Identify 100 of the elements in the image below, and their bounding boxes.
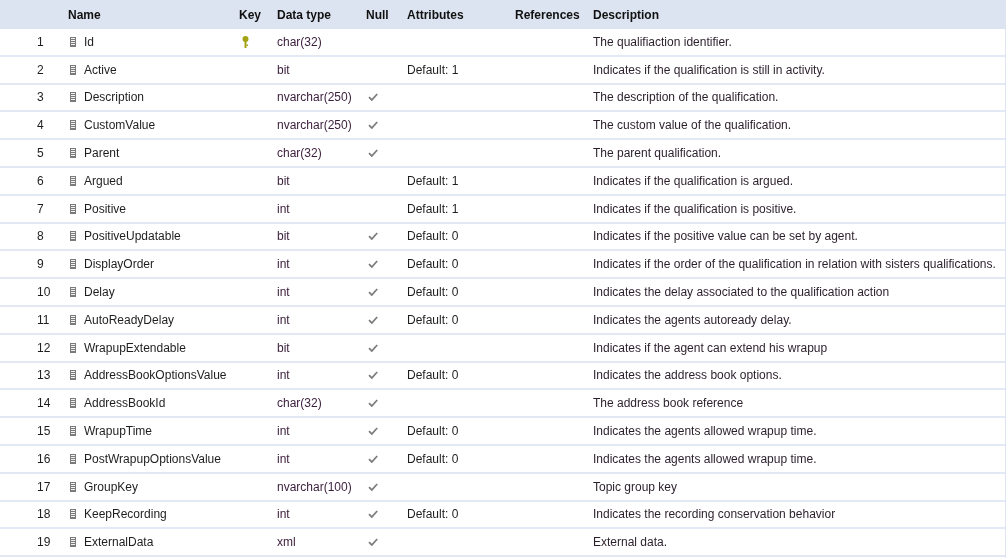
data-type: nvarchar(250) xyxy=(277,118,352,133)
description-text: Indicates if the qualification is still in activity. xyxy=(593,62,825,77)
description-text: Indicates the delay associated to the qualification action xyxy=(593,285,890,300)
row-number: 14 xyxy=(37,396,51,411)
row-number: 12 xyxy=(37,340,51,355)
list-icon xyxy=(70,92,76,103)
list-icon xyxy=(70,203,76,214)
column-name: PositiveUpdatable xyxy=(84,228,181,246)
description-text: The qualifiaction identifier. xyxy=(593,34,732,49)
data-type: char(32) xyxy=(277,34,322,49)
attribute-text: Default: 1 xyxy=(407,62,459,77)
list-icon xyxy=(70,231,76,242)
attribute-text: Default: 0 xyxy=(407,285,459,300)
row-number: 9 xyxy=(37,257,44,272)
list-icon xyxy=(70,509,76,520)
column-name: AddressBookOptionsValue xyxy=(84,367,227,385)
description-text: Topic group key xyxy=(593,479,678,494)
column-header: Key xyxy=(239,7,261,22)
data-type: char(32) xyxy=(277,146,322,161)
column-name: WrapupExtendable xyxy=(84,339,186,357)
attribute-text: Default: 1 xyxy=(407,201,459,216)
description-text: Indicates the agents autoready delay. xyxy=(593,312,792,327)
data-type: char(32) xyxy=(277,396,322,411)
column-header: Null xyxy=(366,7,389,22)
row-number: 1 xyxy=(37,34,44,49)
list-icon xyxy=(70,398,76,409)
list-icon xyxy=(70,453,76,464)
list-icon xyxy=(70,120,76,131)
list-icon xyxy=(70,537,76,548)
description-text: Indicates if the positive value can be set by agent. xyxy=(593,229,858,244)
row-number: 8 xyxy=(37,229,44,244)
description-text: The parent qualification. xyxy=(593,146,722,161)
column-name: Id xyxy=(84,33,94,51)
data-type: int xyxy=(277,201,290,216)
row-number: 5 xyxy=(37,146,44,161)
attribute-text: Default: 0 xyxy=(407,507,459,522)
list-icon xyxy=(70,259,76,270)
column-name: Delay xyxy=(84,284,115,302)
row-number: 18 xyxy=(37,507,51,522)
row-number: 15 xyxy=(37,424,51,439)
attribute-text: Default: 0 xyxy=(407,424,459,439)
column-name: PostWrapupOptionsValue xyxy=(84,450,221,468)
data-type: nvarchar(250) xyxy=(277,90,352,105)
data-type: int xyxy=(277,507,290,522)
list-icon xyxy=(70,342,76,353)
row-number: 6 xyxy=(37,173,44,188)
row-number: 10 xyxy=(37,285,51,300)
data-type: bit xyxy=(277,229,290,244)
list-icon xyxy=(70,175,76,186)
list-icon xyxy=(70,36,76,47)
row-number: 16 xyxy=(37,451,51,466)
column-name: WrapupTime xyxy=(84,423,153,441)
description-text: External data. xyxy=(593,535,668,550)
row-number: 3 xyxy=(37,90,44,105)
list-icon xyxy=(70,426,76,437)
data-type: int xyxy=(277,257,290,272)
data-type: int xyxy=(277,312,290,327)
list-icon xyxy=(70,287,76,298)
description-text: Indicates the agents allowed wrapup time. xyxy=(593,424,817,439)
row-number: 2 xyxy=(37,62,44,77)
row-number: 11 xyxy=(37,312,50,327)
description-text: Indicates if the qualification is positive. xyxy=(593,201,797,216)
description-text: Indicates the recording conservation behavior xyxy=(593,507,836,522)
row-number: 19 xyxy=(37,535,51,550)
attribute-text: Default: 0 xyxy=(407,312,459,327)
description-text: Indicates the agents allowed wrapup time. xyxy=(593,451,817,466)
column-name: CustomValue xyxy=(84,117,156,135)
row-number: 13 xyxy=(37,368,51,383)
column-name: ExternalData xyxy=(84,534,154,552)
column-name: Description xyxy=(84,89,145,107)
column-name: Parent xyxy=(84,145,120,163)
column-name: Positive xyxy=(84,200,127,218)
data-type: bit xyxy=(277,173,290,188)
list-icon xyxy=(70,370,76,381)
column-header: References xyxy=(515,7,580,22)
data-type: nvarchar(100) xyxy=(277,479,352,494)
column-header: Description xyxy=(593,7,659,22)
column-name: GroupKey xyxy=(84,478,139,496)
description-text: The description of the qualification. xyxy=(593,90,779,105)
column-name: AutoReadyDelay xyxy=(84,311,175,329)
attribute-text: Default: 0 xyxy=(407,451,459,466)
column-name: DisplayOrder xyxy=(84,256,155,274)
data-type: int xyxy=(277,285,290,300)
data-type: int xyxy=(277,451,290,466)
row-number: 7 xyxy=(37,201,44,216)
data-type: int xyxy=(277,424,290,439)
description-text: The address book reference xyxy=(593,396,744,411)
description-text: Indicates if the qualification is argued. xyxy=(593,173,794,188)
description-text: Indicates the address book options. xyxy=(593,368,782,383)
attribute-text: Default: 1 xyxy=(407,173,459,188)
description-text: Indicates if the agent can extend his wrapup xyxy=(593,340,828,355)
data-type: int xyxy=(277,368,290,383)
row-number: 4 xyxy=(37,118,44,133)
description-text: The custom value of the qualification. xyxy=(593,118,792,133)
column-header: Name xyxy=(68,7,101,22)
data-type: bit xyxy=(277,62,290,77)
description-text: Indicates if the order of the qualification in relation with sisters qualifications. xyxy=(593,257,996,272)
column-name: Argued xyxy=(84,172,123,190)
list-icon xyxy=(70,64,76,75)
column-name: AddressBookId xyxy=(84,395,166,413)
